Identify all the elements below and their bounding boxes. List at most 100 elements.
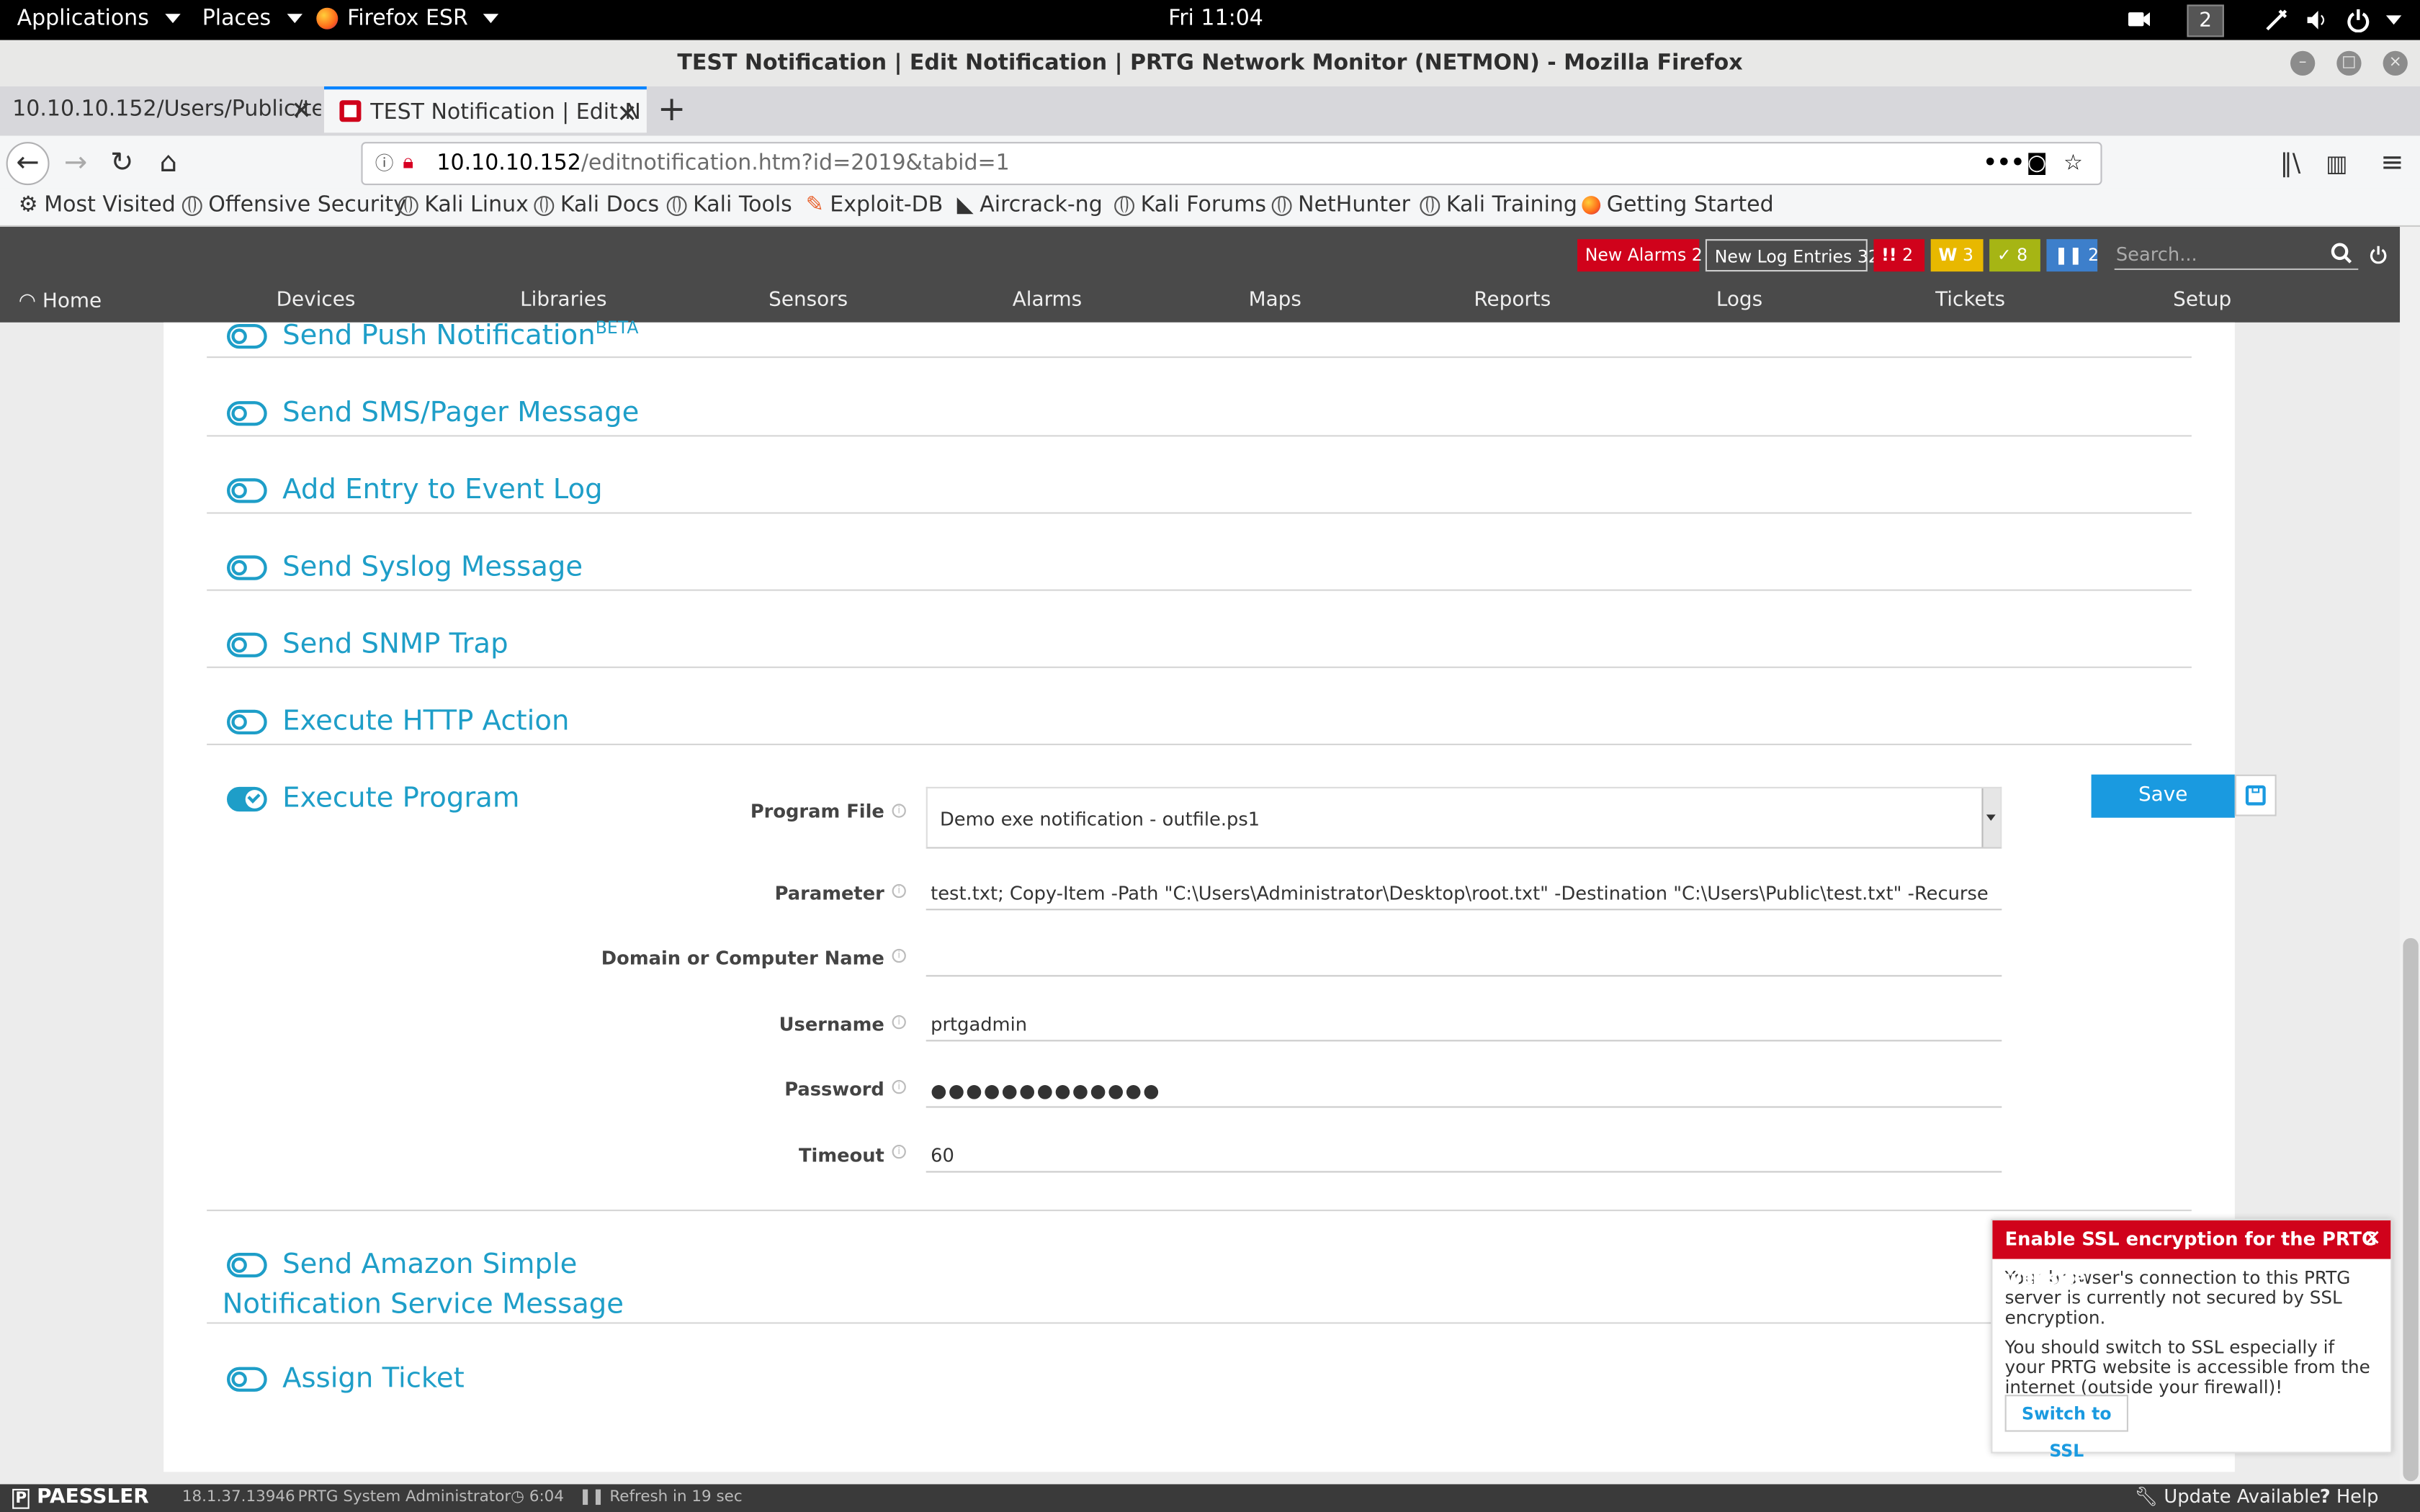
close-tab-icon[interactable]: ✕ [291,86,312,134]
library-icon[interactable]: ‖\ [2269,142,2312,185]
menu-devices[interactable]: Devices [277,289,356,312]
maximize-button[interactable]: □ [2336,50,2362,76]
new-alarms-badge[interactable]: New Alarms 2 [1577,239,1703,272]
warning-sensors-badge[interactable]: W 3 [1930,239,1984,272]
menu-tickets[interactable]: Tickets [1935,289,2005,312]
bookmark-most-visited[interactable]: ⚙ Most Visited [19,193,176,217]
search-icon[interactable] [2331,240,2352,270]
down-sensors-badge[interactable]: !! 2 [1873,239,1925,272]
bookmark-kali-forums[interactable]: Kali Forums [1114,193,1266,217]
insecure-lock-icon[interactable]: 🔒︎ [403,143,413,184]
volume-icon[interactable] [2304,8,2329,32]
menu-alarms[interactable]: Alarms [1013,289,1082,312]
save-icon-button[interactable] [2234,774,2277,816]
firefox-app-menu[interactable]: Firefox ESR [316,6,499,31]
password-input[interactable]: ●●●●●●●●●●●●● [926,1074,2002,1108]
domain-input[interactable] [926,942,2002,977]
reload-button[interactable]: ↻ [100,142,143,185]
bookmark-nethunter[interactable]: NetHunter [1271,193,1410,217]
info-icon[interactable]: i [892,1080,906,1094]
places-menu[interactable]: Places [202,6,302,31]
menu-setup[interactable]: Setup [2173,289,2231,312]
close-window-button[interactable]: × [2383,50,2408,76]
help-link[interactable]: ? Help [2320,1486,2379,1508]
hamburger-menu-icon[interactable]: ≡ [2370,142,2414,185]
sms-toggle[interactable] [227,401,267,426]
workspace-indicator[interactable]: 2 [2187,4,2224,37]
pocket-icon[interactable]: ◙ [2027,143,2048,184]
clock[interactable]: Fri 11:04 [1168,6,1263,31]
camera-icon[interactable] [2127,8,2151,30]
info-icon[interactable]: ⓘ [375,143,394,184]
username-input[interactable]: prtgadmin [926,1007,2002,1042]
section-event-log[interactable]: Add Entry to Event Log [282,474,602,506]
section-http-action[interactable]: Execute HTTP Action [282,705,569,737]
program-file-select[interactable]: Demo exe notification - outfile.ps1 [926,786,2002,849]
execute-program-toggle[interactable] [227,786,267,812]
section-assign-ticket[interactable]: Assign Ticket [282,1362,465,1395]
eventlog-toggle[interactable] [227,478,267,503]
new-tab-button[interactable]: + [658,91,686,130]
info-icon[interactable]: i [892,804,906,818]
section-syslog[interactable]: Send Syslog Message [282,551,583,583]
bookmark-aircrack[interactable]: ◣ Aircrack-ng [957,193,1103,217]
pen-icon[interactable] [2264,8,2289,32]
menu-maps[interactable]: Maps [1249,289,1301,312]
home-button[interactable]: ⌂ [147,142,190,185]
section-execute-program[interactable]: Execute Program [282,782,519,814]
home-menu[interactable]: ◠ Home [19,290,102,313]
search-field[interactable]: Search... [2116,244,2197,266]
bookmark-kali-docs[interactable]: Kali Docs [534,193,659,217]
new-log-entries-badge[interactable]: New Log Entries 32 [1705,239,1879,272]
section-amazon-sns[interactable]: Send Amazon Simple [282,1248,577,1281]
push-toggle[interactable] [227,324,267,349]
tab-test-notification[interactable]: TEST Notification | Edit N ✕ [324,86,647,133]
bookmark-kali-linux[interactable]: Kali Linux [398,193,529,217]
bookmark-offensive-security[interactable]: Offensive Security [182,193,406,217]
info-icon[interactable]: i [892,1015,906,1030]
menu-logs[interactable]: Logs [1716,289,1762,312]
sidebar-icon[interactable]: ▥ [2315,142,2358,185]
amazon-sns-toggle[interactable] [227,1253,267,1278]
section-push-notification[interactable]: Send Push NotificationBETA [282,318,638,351]
bookmark-star-icon[interactable]: ☆ [2063,143,2083,184]
close-icon[interactable]: ✕ [2363,1220,2381,1259]
applications-menu[interactable]: Applications [17,6,180,31]
info-icon[interactable]: i [892,883,906,899]
back-button[interactable]: ← [6,142,50,186]
user-text[interactable]: PRTG System Administrator [298,1489,511,1506]
bookmark-exploit-db[interactable]: ✎ Exploit-DB [806,193,944,217]
info-icon[interactable]: i [892,1145,906,1159]
paessler-logo[interactable]: P PAESSLER [12,1486,149,1509]
minimize-button[interactable]: – [2290,50,2316,76]
menu-reports[interactable]: Reports [1474,289,1551,312]
url-bar[interactable]: ⓘ 🔒︎ 10.10.10.152/editnotification.htm?i… [361,142,2102,186]
section-sms[interactable]: Send SMS/Pager Message [282,397,639,429]
switch-to-ssl-button[interactable]: Switch to SSL [2004,1395,2128,1461]
timeout-input[interactable]: 60 [926,1138,2002,1173]
http-toggle[interactable] [227,709,267,734]
page-actions-icon[interactable]: ••• [1984,143,2025,184]
section-amazon-sns-line2[interactable]: Notification Service Message [223,1288,624,1320]
bookmark-kali-training[interactable]: Kali Training [1420,193,1577,217]
save-button[interactable]: Save [2091,774,2235,818]
scrollbar-thumb[interactable] [2403,937,2419,1482]
update-available[interactable]: 🔧︎ Update Available [2135,1486,2321,1508]
logout-power-icon[interactable] [2369,240,2388,270]
forward-button[interactable]: → [54,142,97,185]
menu-sensors[interactable]: Sensors [768,289,848,312]
tab-public-file[interactable]: 10.10.10.152/Users/Public/te ✕ [0,86,321,136]
assign-ticket-toggle[interactable] [227,1367,267,1392]
close-tab-icon[interactable]: ✕ [617,89,637,132]
bookmark-kali-tools[interactable]: Kali Tools [666,193,792,217]
up-sensors-badge[interactable]: ✓ 8 [1989,239,2040,272]
refresh-text[interactable]: ❚❚ Refresh in 19 sec [579,1489,743,1506]
info-icon[interactable]: i [892,948,906,963]
paused-sensors-badge[interactable]: ❚❚ 2 [2046,239,2099,272]
parameter-input[interactable]: test.txt; Copy-Item -Path "C:\Users\Admi… [926,876,2002,911]
power-icon[interactable] [2346,8,2402,32]
menu-libraries[interactable]: Libraries [520,289,606,312]
snmp-toggle[interactable] [227,632,267,657]
section-snmp-trap[interactable]: Send SNMP Trap [282,628,508,660]
syslog-toggle[interactable] [227,555,267,580]
